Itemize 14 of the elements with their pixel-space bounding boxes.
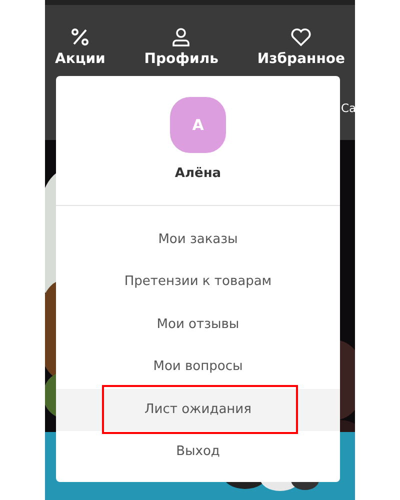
nav-link[interactable]: Избранное (257, 27, 345, 70)
menu-item[interactable]: Мои заказы (56, 218, 340, 261)
nav-link[interactable]: Профиль (144, 27, 218, 70)
menu-item[interactable]: Лист ожидания (56, 388, 340, 431)
menu-item[interactable]: Претензии к товарам (56, 261, 340, 304)
heart-icon (290, 27, 312, 47)
avatar: А (170, 97, 226, 153)
menu-item[interactable]: Мои вопросы (56, 346, 340, 388)
nav-link[interactable]: Акции (55, 27, 106, 70)
user-icon (171, 27, 192, 47)
menu-item[interactable]: Мои отзывы (56, 304, 340, 346)
user-name: Алёна (174, 165, 222, 183)
category-link[interactable]: Са (341, 100, 356, 118)
percent-icon (70, 27, 90, 47)
